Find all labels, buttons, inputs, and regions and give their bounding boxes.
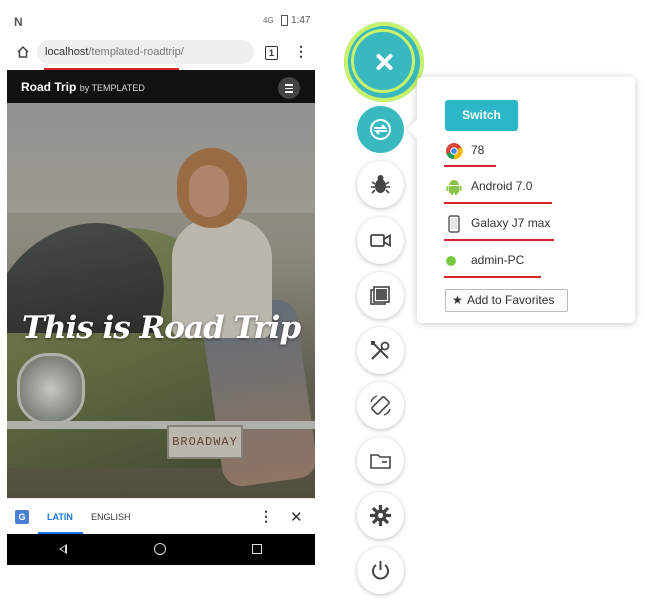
status-dot-icon: [446, 256, 456, 266]
record-video-button[interactable]: [357, 217, 404, 264]
phone-screen: N 4G 1:47 localhost/templated-roadtrip/ …: [7, 9, 315, 565]
device-info-popup: Switch 78 Android 7.0 Galaxy J7 max admi…: [417, 77, 635, 323]
translate-close-icon[interactable]: ✕: [290, 508, 303, 526]
device-text: Galaxy J7 max: [471, 216, 551, 230]
url-path: /templated-roadtrip/: [88, 46, 184, 58]
lang-tab-latin[interactable]: LATIN: [47, 512, 73, 522]
site-by-text: by TEMPLATED: [79, 83, 145, 93]
address-bar[interactable]: localhost/templated-roadtrip/: [37, 40, 254, 64]
hero-banner: BROADWAY This is Road Trip: [7, 103, 315, 498]
folder-icon: [370, 454, 391, 469]
bug-report-button[interactable]: [357, 161, 404, 208]
browser-version-text: 78: [471, 143, 485, 157]
recents-icon[interactable]: [252, 544, 262, 554]
power-icon: [372, 561, 389, 580]
rotate-screen-button[interactable]: [357, 382, 404, 429]
device-highlight-underline: [444, 239, 554, 241]
url-text: localhost/templated-roadtrip/: [45, 46, 184, 58]
screenshots-button[interactable]: [357, 272, 404, 319]
switch-device-button[interactable]: [357, 106, 404, 153]
host-text: admin-PC: [471, 253, 525, 267]
translate-bar: G LATIN ENGLISH ⋮ ✕: [7, 498, 315, 535]
video-icon: [370, 233, 391, 248]
site-title-text: Road Trip: [21, 80, 77, 94]
android-icon: [446, 180, 462, 195]
home-icon[interactable]: [16, 45, 30, 59]
rotate-icon: [370, 395, 391, 416]
status-bar: N 4G 1:47: [7, 9, 315, 35]
os-text: Android 7.0: [471, 179, 533, 193]
lang-tab-english[interactable]: ENGLISH: [91, 512, 131, 522]
power-button[interactable]: [357, 547, 404, 594]
gear-icon: [370, 505, 391, 526]
host-highlight-underline: [444, 276, 541, 278]
file-manager-button[interactable]: [357, 437, 404, 484]
switch-button[interactable]: Switch: [445, 100, 518, 131]
browser-highlight-underline: [444, 165, 496, 167]
dev-tools-button[interactable]: [357, 327, 404, 374]
star-icon: ★: [452, 293, 463, 307]
clock: 1:47: [291, 15, 311, 26]
browser-toolbar: localhost/templated-roadtrip/ 1 ⋮: [7, 36, 315, 70]
close-toolbar-button[interactable]: [344, 22, 424, 102]
notification-icon: N: [14, 15, 23, 29]
os-highlight-underline: [444, 202, 552, 204]
phone-icon: [448, 215, 460, 233]
add-to-favorites-button[interactable]: ★ Add to Favorites: [445, 289, 568, 312]
translate-more-icon[interactable]: ⋮: [259, 508, 273, 525]
favorites-label: Add to Favorites: [467, 293, 555, 307]
android-nav-bar: [7, 534, 315, 565]
switch-device-icon: [370, 119, 391, 140]
hero-tagline: This is Road Trip: [21, 310, 301, 346]
url-host: localhost: [45, 46, 89, 58]
battery-icon: [281, 15, 288, 26]
bug-icon: [371, 175, 390, 194]
tools-icon: [371, 341, 390, 360]
menu-icon[interactable]: [278, 77, 300, 99]
site-title[interactable]: Road Trip by TEMPLATED: [21, 80, 145, 94]
screenshots-icon: [370, 286, 390, 305]
browser-menu-icon[interactable]: ⋮: [294, 43, 308, 60]
site-header: Road Trip by TEMPLATED: [7, 70, 315, 103]
close-icon: [344, 22, 424, 102]
google-translate-icon: G: [15, 510, 29, 524]
home-nav-icon[interactable]: [154, 543, 166, 555]
back-icon[interactable]: [59, 544, 67, 554]
tab-count-button[interactable]: 1: [265, 46, 278, 60]
chrome-icon: [446, 143, 463, 160]
settings-button[interactable]: [357, 492, 404, 539]
signal-icon: 4G: [263, 16, 274, 25]
